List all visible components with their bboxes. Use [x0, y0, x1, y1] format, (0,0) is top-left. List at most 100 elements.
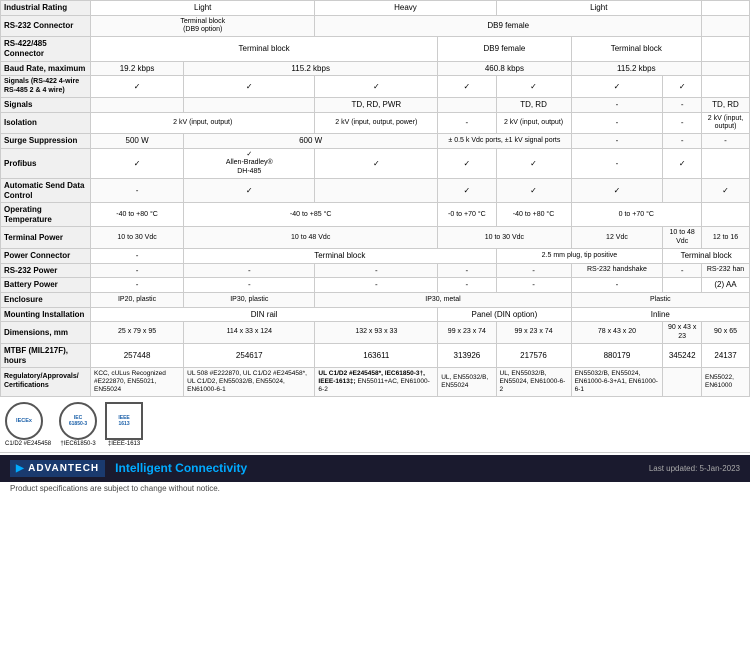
- cell: 2 kV (input, output): [702, 112, 750, 134]
- cell: Terminal block: [184, 249, 496, 264]
- cell: Heavy: [315, 1, 496, 16]
- cell: [702, 148, 750, 178]
- table-row: Industrial Rating Light Heavy Light: [1, 1, 750, 16]
- cell: -40 to +85 °C: [184, 203, 438, 227]
- cell: 500 W: [91, 134, 184, 149]
- cell: -: [571, 97, 663, 112]
- row-label: Power Connector: [1, 249, 91, 264]
- row-label: RS-422/485 Connector: [1, 37, 91, 61]
- cell: ✓: [315, 76, 438, 98]
- cell: 99 x 23 x 74: [496, 322, 571, 344]
- cell: -40 to +80 °C: [496, 203, 571, 227]
- cell: ± 0.5 k Vdc ports, ±1 kV signal ports: [438, 134, 571, 149]
- footer-title-block: Intelligent Connectivity: [115, 461, 247, 475]
- cell: 115.2 kbps: [184, 61, 438, 76]
- row-label: Signals (RS-422 4-wire RS-485 2 & 4 wire…: [1, 76, 91, 98]
- cell: -: [663, 134, 702, 149]
- cell: TD, RD: [702, 97, 750, 112]
- cell: Terminal block: [91, 37, 438, 61]
- footer-date: Last updated: 5-Jan-2023: [649, 464, 740, 473]
- cell: 24137: [702, 343, 750, 367]
- cell: -: [496, 263, 571, 278]
- cert-iecex-icon: IECEx C1/D2 #E245458: [5, 402, 51, 447]
- cell: 114 x 33 x 124: [184, 322, 315, 344]
- row-label: Automatic Send Data Control: [1, 179, 91, 203]
- cell: [663, 368, 702, 396]
- table-row: Battery Power - - - - - - (2) AA: [1, 278, 750, 293]
- cell: Terminal block: [663, 249, 750, 264]
- row-label: Mounting Installation: [1, 307, 91, 322]
- cert-ieee1613-label: ‡IEEE-1613: [105, 441, 143, 447]
- cell: 880179: [571, 343, 663, 367]
- cell: -: [315, 278, 438, 293]
- cell: Light: [91, 1, 315, 16]
- cell: [702, 37, 750, 61]
- table-row: Power Connector - Terminal block 2.5 mm …: [1, 249, 750, 264]
- cell: -: [663, 263, 702, 278]
- row-label: MTBF (MIL217F), hours: [1, 343, 91, 367]
- cert-iec61850-label: †IEC61850-3: [59, 441, 97, 447]
- table-row: Automatic Send Data Control - ✓ ✓ ✓ ✓ ✓: [1, 179, 750, 203]
- footer-title: Intelligent Connectivity: [115, 461, 247, 475]
- cell: 19.2 kbps: [91, 61, 184, 76]
- cell: [91, 97, 184, 112]
- cell: -: [571, 112, 663, 134]
- cell: -: [91, 179, 184, 203]
- cell: ✓: [91, 76, 184, 98]
- cert-ieee1613-icon: IEEE 1613 ‡IEEE-1613: [105, 402, 143, 447]
- cell: 10 to 48 Vdc: [663, 227, 702, 249]
- cell: 163611: [315, 343, 438, 367]
- cell: -: [663, 112, 702, 134]
- table-row: Dimensions, mm 25 x 79 x 95 114 x 33 x 1…: [1, 322, 750, 344]
- cell: -: [571, 134, 663, 149]
- row-label: Battery Power: [1, 278, 91, 293]
- cell: 313926: [438, 343, 496, 367]
- cell: ✓: [438, 179, 496, 203]
- cell: -: [184, 278, 315, 293]
- row-label: Industrial Rating: [1, 1, 91, 16]
- table-row: Baud Rate, maximum 19.2 kbps 115.2 kbps …: [1, 61, 750, 76]
- cell: ✓: [496, 179, 571, 203]
- cell: UL, EN55032/B, EN55024: [438, 368, 496, 396]
- table-row: Regulatory/Approvals/ Certifications KCC…: [1, 368, 750, 396]
- cell: 2 kV (input, output, power): [315, 112, 438, 134]
- table-row: Enclosure IP20, plastic IP30, plastic IP…: [1, 293, 750, 308]
- cell: 132 x 93 x 33: [315, 322, 438, 344]
- cell: Plastic: [571, 293, 749, 308]
- cell: [702, 61, 750, 76]
- footer-notice: Product specifications are subject to ch…: [0, 482, 750, 495]
- cell: 10 to 30 Vdc: [91, 227, 184, 249]
- cell: IP30, metal: [315, 293, 571, 308]
- cell: ✓: [496, 76, 571, 98]
- row-label: Dimensions, mm: [1, 322, 91, 344]
- cell: 90 x 43 x 23: [663, 322, 702, 344]
- table-row: RS-422/485 Connector Terminal block DB9 …: [1, 37, 750, 61]
- table-row: Isolation 2 kV (input, output) 2 kV (inp…: [1, 112, 750, 134]
- row-label: Baud Rate, maximum: [1, 61, 91, 76]
- footer-logo: ▶ ADVANTECH: [10, 460, 105, 477]
- footer: ▶ ADVANTECH Intelligent Connectivity Las…: [0, 455, 750, 482]
- cell: ✓: [663, 76, 702, 98]
- cell: -: [663, 97, 702, 112]
- cell: RS-232 handshake: [571, 263, 663, 278]
- cell: [702, 1, 750, 16]
- cell: -: [438, 278, 496, 293]
- table-row: MTBF (MIL217F), hours 257448 254617 1636…: [1, 343, 750, 367]
- cell: [702, 15, 750, 37]
- cell: 99 x 23 x 74: [438, 322, 496, 344]
- cell: [702, 203, 750, 227]
- cell: 217576: [496, 343, 571, 367]
- cell: DB9 female: [438, 37, 571, 61]
- cell: Panel (DIN option): [438, 307, 571, 322]
- cell: [663, 179, 702, 203]
- cell: ✓: [438, 76, 496, 98]
- cell: -: [702, 134, 750, 149]
- cell: 10 to 48 Vdc: [184, 227, 438, 249]
- cell: ✓: [702, 179, 750, 203]
- cell: -: [438, 263, 496, 278]
- cell: -: [184, 263, 315, 278]
- cell: -40 to +80 °C: [91, 203, 184, 227]
- cell: IP20, plastic: [91, 293, 184, 308]
- table-row: Signals (RS-422 4-wire RS-485 2 & 4 wire…: [1, 76, 750, 98]
- cell: 2.5 mm plug, tip positive: [496, 249, 663, 264]
